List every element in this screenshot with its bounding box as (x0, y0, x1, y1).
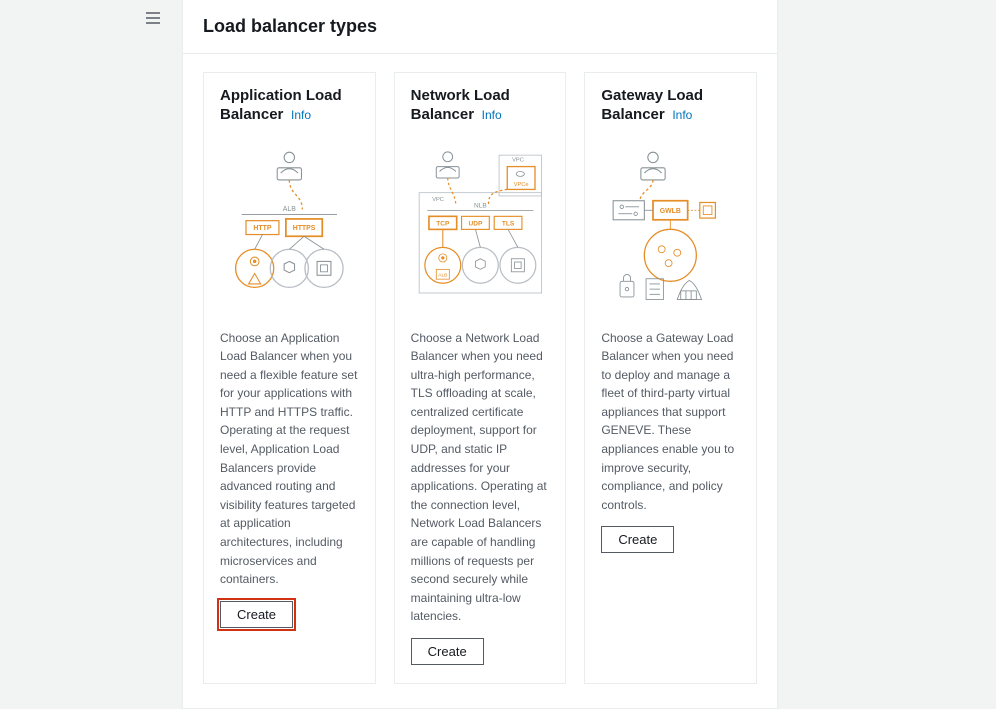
panel-title: Load balancer types (203, 16, 757, 37)
card-desc-nlb: Choose a Network Load Balancer when you … (411, 329, 550, 627)
info-link-nlb[interactable]: Info (482, 108, 502, 122)
tls-label: TLS (502, 220, 515, 227)
card-title-alb: Application Load Balancer (220, 87, 342, 123)
vpc-label-1: VPC (432, 197, 444, 203)
panel-header: Load balancer types (183, 0, 777, 54)
alb-label: ALB (283, 206, 296, 213)
nlb-label: NLB (474, 202, 487, 209)
vpce-label: VPCe (513, 182, 528, 188)
vpc-label-2: VPC (512, 158, 524, 164)
gwlb-label: GWLB (660, 207, 681, 214)
alb-target-label: ALB (438, 273, 447, 279)
create-nlb-button[interactable]: Create (411, 638, 484, 665)
info-link-gwlb[interactable]: Info (672, 108, 692, 122)
card-gwlb: Gateway Load Balancer Info (584, 72, 757, 684)
diagram-gwlb: GWLB (601, 135, 740, 315)
udp-label: UDP (468, 220, 482, 227)
diagram-nlb: VPC VPC VPCe NLB (411, 135, 550, 315)
create-alb-button[interactable]: Create (220, 601, 293, 628)
tcp-label: TCP (436, 220, 450, 227)
cards-row: Application Load Balancer Info ALB (183, 54, 777, 708)
info-link-alb[interactable]: Info (291, 108, 311, 122)
http-label: HTTP (253, 225, 271, 232)
hamburger-icon (146, 12, 160, 24)
load-balancer-types-panel: Load balancer types Application Load Bal… (182, 0, 778, 709)
create-gwlb-button[interactable]: Create (601, 526, 674, 553)
menu-toggle-button[interactable] (142, 8, 164, 28)
diagram-alb: ALB HTTP HTTPS (220, 135, 359, 315)
card-nlb: Network Load Balancer Info VPC VP (394, 72, 567, 684)
card-desc-gwlb: Choose a Gateway Load Balancer when you … (601, 329, 740, 515)
https-label: HTTPS (293, 225, 316, 232)
card-alb: Application Load Balancer Info ALB (203, 72, 376, 684)
